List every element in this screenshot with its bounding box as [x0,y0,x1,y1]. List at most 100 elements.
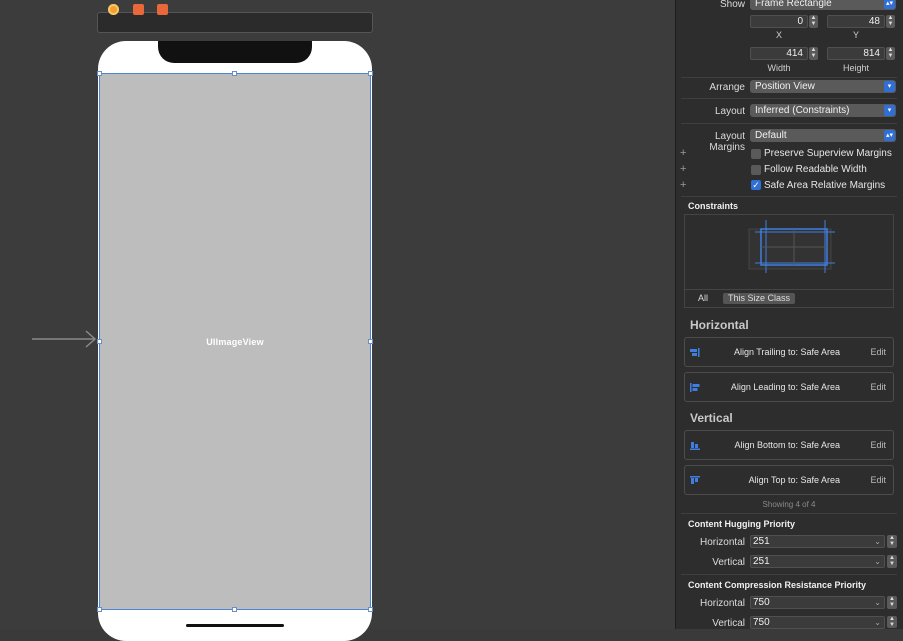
divider [681,77,897,78]
compression-resistance-title: Content Compression Resistance Priority [688,580,867,590]
layout-margins-label: Layout Margins [709,131,745,153]
frame-width-field[interactable]: 414 [750,47,808,60]
resize-handle-right[interactable] [368,339,373,344]
first-responder-icon[interactable] [133,4,144,15]
hugging-vertical-stepper[interactable]: ▲ ▼ [887,555,897,568]
show-label: Show [719,0,745,10]
add-variation-icon[interactable]: + [680,147,686,159]
hugging-horizontal-value: 251 [753,536,770,547]
constraint-align-bottom[interactable]: Align Bottom to: Safe Area Edit [684,430,894,460]
arrange-popup[interactable]: Position View ▾ [750,80,896,93]
frame-height-label: Height [842,63,869,73]
constraints-title: Constraints [688,201,739,211]
resize-handle-bottom[interactable] [232,607,237,612]
constraint-text: Align Top to: Safe Area [748,475,840,485]
chevron-down-icon: ⌄ [874,618,881,627]
resize-handle-left[interactable] [97,339,102,344]
tab-this-size-class[interactable]: This Size Class [723,293,796,304]
follow-readable-width-checkbox[interactable] [751,165,761,175]
arrange-popup-value: Position View [755,81,815,92]
preserve-superview-margins-checkbox[interactable] [751,149,761,159]
align-leading-icon [690,383,700,392]
edit-button[interactable]: Edit [870,382,886,392]
follow-readable-width-label: Follow Readable Width [764,164,867,175]
constraints-preview: All This Size Class [684,214,894,308]
hugging-vertical-label: Vertical [712,557,745,568]
show-popup[interactable]: Frame Rectangle ▴▾ [750,0,896,10]
edit-button[interactable]: Edit [870,475,886,485]
storyboard-canvas[interactable]: UIImageView [0,0,675,641]
tab-all[interactable]: All [693,293,713,304]
constraints-diagram [748,220,835,273]
constraint-align-leading[interactable]: Align Leading to: Safe Area Edit [684,372,894,402]
chevron-down-icon: ⌄ [874,598,881,607]
compression-horizontal-label: Horizontal [699,598,745,609]
arrange-label: Arrange [709,82,745,93]
safe-area-relative-margins-checkbox[interactable]: ✓ [751,180,761,190]
preserve-superview-margins-label: Preserve Superview Margins [764,148,892,159]
frame-y-field[interactable]: 48 [827,15,885,28]
constraint-align-trailing[interactable]: Align Trailing to: Safe Area Edit [684,337,894,367]
resize-handle-top-left[interactable] [97,71,102,76]
vertical-group-title: Vertical [690,411,733,425]
add-variation-icon[interactable]: + [680,179,686,191]
frame-width-stepper[interactable]: ▲ ▼ [809,47,818,60]
exit-icon[interactable] [157,4,168,15]
chevron-updown-icon: ▴▾ [884,130,895,141]
frame-height-stepper[interactable]: ▲ ▼ [886,47,895,60]
constraint-text: Align Bottom to: Safe Area [734,440,840,450]
chevron-down-icon: ⌄ [874,537,881,546]
divider [681,98,897,99]
layout-margins-popup[interactable]: Default ▴▾ [750,129,896,142]
showing-count: Showing 4 of 4 [762,500,816,509]
image-view[interactable]: UIImageView [99,73,371,610]
image-view-label: UIImageView [206,337,264,347]
constraint-text: Align Trailing to: Safe Area [733,347,840,357]
entry-point-arrow-icon[interactable] [32,329,98,349]
divider [681,123,897,124]
divider [681,196,897,197]
constraints-tabs: All This Size Class [685,289,893,307]
resize-handle-bottom-left[interactable] [97,607,102,612]
divider [681,513,897,514]
hugging-horizontal-combo[interactable]: 251 ⌄ [750,535,885,548]
scene-dock [97,12,373,33]
compression-vertical-combo[interactable]: 750 ⌄ [750,616,885,629]
add-variation-icon[interactable]: + [680,163,686,175]
frame-x-stepper[interactable]: ▲ ▼ [809,15,818,28]
align-top-icon [690,476,700,484]
resize-handle-bottom-right[interactable] [368,607,373,612]
frame-x-label: X [775,30,782,40]
hugging-horizontal-stepper[interactable]: ▲ ▼ [887,535,897,548]
layout-label: Layout [714,106,745,117]
horizontal-group-title: Horizontal [690,318,749,332]
home-indicator [186,624,284,627]
resize-handle-top-right[interactable] [368,71,373,76]
content-hugging-title: Content Hugging Priority [688,519,795,529]
align-trailing-icon [690,348,700,357]
frame-width-label: Width [767,63,791,73]
view-controller-icon[interactable] [108,4,119,15]
hugging-vertical-combo[interactable]: 251 ⌄ [750,555,885,568]
frame-height-field[interactable]: 814 [827,47,885,60]
divider [681,574,897,575]
chevron-down-icon: ▾ [884,81,895,92]
hugging-horizontal-label: Horizontal [699,537,745,548]
align-bottom-icon [690,442,700,450]
compression-horizontal-stepper[interactable]: ▲ ▼ [887,596,897,609]
frame-y-label: Y [852,30,859,40]
frame-y-stepper[interactable]: ▲ ▼ [886,15,895,28]
hugging-vertical-value: 251 [753,556,770,567]
resize-handle-top[interactable] [232,71,237,76]
chevron-updown-icon: ▴▾ [884,0,895,9]
constraint-align-top[interactable]: Align Top to: Safe Area Edit [684,465,894,495]
compression-vertical-label: Vertical [712,618,745,629]
layout-popup-value: Inferred (Constraints) [755,105,850,116]
compression-vertical-stepper[interactable]: ▲ ▼ [887,616,897,628]
frame-x-field[interactable]: 0 [750,15,808,28]
chevron-down-icon: ▾ [884,105,895,116]
edit-button[interactable]: Edit [870,347,886,357]
edit-button[interactable]: Edit [870,440,886,450]
layout-popup[interactable]: Inferred (Constraints) ▾ [750,104,896,117]
compression-horizontal-combo[interactable]: 750 ⌄ [750,596,885,609]
